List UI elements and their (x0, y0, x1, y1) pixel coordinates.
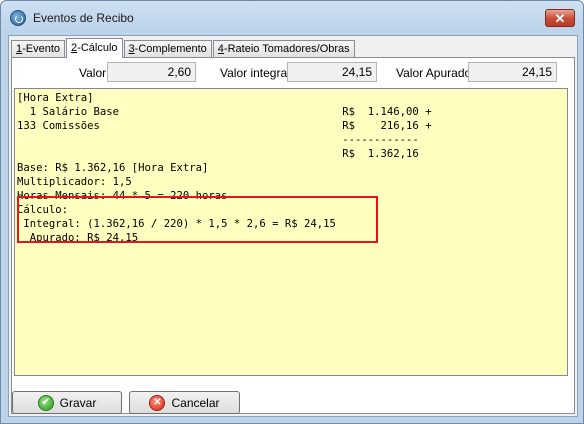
title-bar[interactable]: Eventos de Recibo ✕ (1, 1, 583, 35)
valor-field[interactable]: 2,60 (107, 62, 196, 82)
cancel-button[interactable]: ✕ Cancelar (129, 391, 240, 414)
cancel-icon: ✕ (149, 394, 166, 411)
dialog-window: Eventos de Recibo ✕ 1-Evento 2-Cálculo 3… (0, 0, 584, 424)
check-icon: ✔ (37, 394, 54, 411)
valor-integral-field[interactable]: 24,15 (287, 62, 377, 82)
close-icon: ✕ (554, 10, 566, 26)
app-icon (10, 10, 26, 26)
valor-label: Valor (79, 66, 107, 80)
valor-integral-label: Valor integral (220, 66, 290, 80)
save-button[interactable]: ✔ Gravar (12, 391, 122, 414)
tab-complemento[interactable]: 3-Complemento (123, 40, 212, 58)
highlight-box (17, 196, 378, 243)
tab-calculo[interactable]: 2-Cálculo (66, 38, 123, 58)
close-button[interactable]: ✕ (545, 9, 575, 27)
valor-apurado-label: Valor Apurado (396, 66, 472, 80)
save-button-label: Gravar (59, 395, 97, 410)
calculation-memo[interactable]: [Hora Extra] 1 Salário Base R$ 1.146,00 … (14, 88, 568, 376)
tab-strip: 1-Evento 2-Cálculo 3-Complemento 4-Ratei… (11, 38, 356, 58)
tab-evento[interactable]: 1-Evento (11, 40, 66, 58)
tab-panel-calculo: Valor 2,60 Valor integral 24,15 Valor Ap… (11, 57, 575, 414)
cancel-button-label: Cancelar (171, 395, 220, 410)
dialog-body: 1-Evento 2-Cálculo 3-Complemento 4-Ratei… (8, 35, 578, 417)
window-title: Eventos de Recibo (33, 11, 134, 25)
valor-apurado-field[interactable]: 24,15 (468, 62, 557, 82)
tab-rateio[interactable]: 4-Rateio Tomadores/Obras (212, 40, 355, 58)
